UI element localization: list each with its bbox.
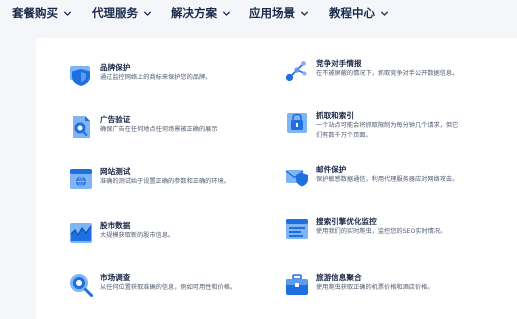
card-description: 通过监控网络上的商标来保护您的品牌。 xyxy=(100,74,212,81)
card-travel-aggregation[interactable]: 旅游信息聚合 使用爬虫获取正确的机票价格和酒店价格。 xyxy=(284,272,474,298)
card-description: 从任何位置获取准确的信息，例如可用性和价格。 xyxy=(100,284,237,291)
use-cases-dropdown-panel: 品牌保护 通过监控网络上的商标来保护您的品牌。 竞争对手情报 在不被屏蔽的情况下… xyxy=(36,38,517,319)
card-competitor-intelligence[interactable]: 竞争对手情报 在不被屏蔽的情况下，抓取竞争对手公开数据信息。 xyxy=(284,58,474,84)
card-title: 网站测试 xyxy=(100,167,131,176)
chevron-down-icon xyxy=(63,10,72,16)
nav-item-label: 套餐购买 xyxy=(12,6,58,20)
card-description: 使用爬虫获取正确的机票价格和酒店价格。 xyxy=(316,284,434,291)
card-ad-verification[interactable]: 广告验证 确保广告在任何地点任何场景被正确的展示 xyxy=(68,114,258,140)
card-description: 确保广告在任何地点任何场景被正确的展示 xyxy=(100,126,218,133)
market-research-icon xyxy=(70,274,93,297)
website-test-icon xyxy=(70,169,92,189)
card-email-protection[interactable]: 邮件保护 保护敏感数据通信，利用代理服务器应对网络攻击。 xyxy=(284,164,474,190)
card-market-research[interactable]: 市场调查 从任何位置获取准确的信息，例如可用性和价格。 xyxy=(68,272,258,298)
nav-item-use-cases[interactable]: 应用场景 xyxy=(249,5,309,21)
card-brand-protection[interactable]: 品牌保护 通过监控网络上的商标来保护您的品牌。 xyxy=(68,62,258,88)
brand-shield-icon xyxy=(70,66,90,86)
chevron-down-icon xyxy=(143,10,152,16)
ad-verification-icon xyxy=(73,116,90,138)
card-title: 广告验证 xyxy=(100,115,131,124)
card-title: 抓取和索引 xyxy=(316,111,354,120)
nav-item-label: 教程中心 xyxy=(329,6,375,20)
card-description: 一个站点可能会将抓取限制为每分钟几个请求，但它们有数千万个页面。 xyxy=(316,122,459,139)
nav-item-label: 代理服务 xyxy=(92,6,138,20)
card-website-testing[interactable]: 网站测试 准确的测试始于设置正确的参数和正确的环境。 xyxy=(68,166,258,192)
email-protection-icon xyxy=(285,170,308,187)
stock-chart-icon xyxy=(70,223,92,243)
nav-item-tutorials[interactable]: 教程中心 xyxy=(329,5,389,21)
card-title: 邮件保护 xyxy=(316,165,347,174)
card-stock-data[interactable]: 股市数据 大规模获取新的股市信息。 xyxy=(68,220,258,246)
card-title: 搜索引擎优化监控 xyxy=(316,217,377,226)
card-title: 旅游信息聚合 xyxy=(316,273,362,282)
competitor-network-icon xyxy=(285,61,307,82)
nav-item-solutions[interactable]: 解决方案 xyxy=(171,5,231,21)
card-description: 保护敏感数据通信，利用代理服务器应对网络攻击。 xyxy=(316,176,459,183)
chevron-down-icon xyxy=(380,10,389,16)
card-title: 品牌保护 xyxy=(100,63,131,72)
nav-item-packages[interactable]: 套餐购买 xyxy=(12,5,72,21)
card-title: 市场调查 xyxy=(100,273,131,282)
seo-monitor-icon xyxy=(286,219,308,239)
card-title: 股市数据 xyxy=(100,221,131,230)
nav-item-label: 解决方案 xyxy=(171,6,217,20)
card-description: 使用我们的实时爬虫，监控您的SEO实时情况。 xyxy=(316,228,447,235)
crawl-index-icon xyxy=(287,113,307,133)
top-nav: 套餐购买 代理服务 解决方案 应用场景 教程中心 xyxy=(0,0,517,30)
card-description: 准确的测试始于设置正确的参数和正确的环境。 xyxy=(100,178,230,185)
chevron-down-icon xyxy=(222,10,231,16)
nav-item-proxy-services[interactable]: 代理服务 xyxy=(92,5,152,21)
card-description: 大规模获取新的股市信息。 xyxy=(100,232,175,239)
card-description: 在不被屏蔽的情况下，抓取竞争对手公开数据信息。 xyxy=(316,70,459,77)
card-crawl-and-index[interactable]: 抓取和索引 一个站点可能会将抓取限制为每分钟几个请求，但它们有数千万个页面。 xyxy=(284,110,474,140)
card-seo-monitoring[interactable]: 搜索引擎优化监控 使用我们的实时爬虫，监控您的SEO实时情况。 xyxy=(284,216,474,242)
chevron-down-icon xyxy=(300,10,309,16)
nav-item-label: 应用场景 xyxy=(249,6,295,20)
travel-suitcase-icon xyxy=(286,274,308,295)
card-title: 竞争对手情报 xyxy=(316,59,362,68)
